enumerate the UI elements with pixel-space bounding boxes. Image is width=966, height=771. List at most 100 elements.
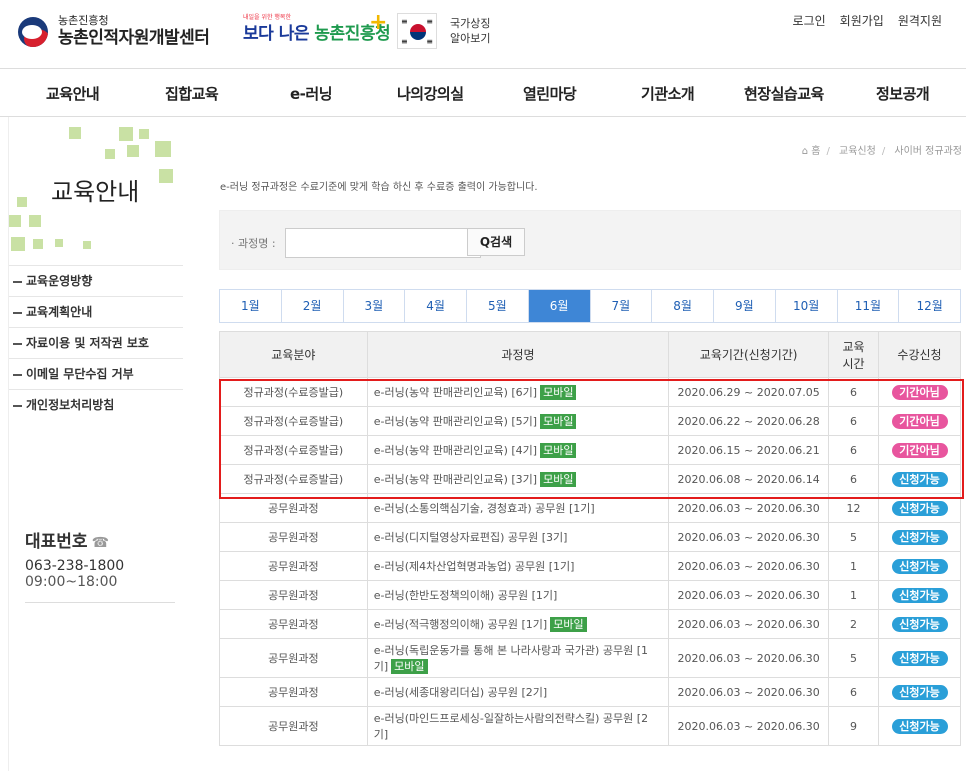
course-name-link[interactable]: e-러닝(농약 판매관리인교육) [5기] [374,415,537,428]
cell-course-name[interactable]: e-러닝(농약 판매관리인교육) [4기] 모바일 [366,435,670,465]
sidebar-item-operation-policy[interactable]: 교육운영방향 [9,265,183,296]
login-link[interactable]: 로그인 [793,12,826,29]
cell-course-name[interactable]: e-러닝(마인드프로세싱-일잘하는사람의전략스킬) 공무원 [2기] [366,706,670,746]
course-name-link[interactable]: e-러닝(제4차산업혁명과농업) 공무원 [1기] [374,560,575,573]
breadcrumb: ⌂ 홈 / 교육신청 / 사이버 정규과정 [801,146,962,157]
mobile-badge: 모바일 [540,385,577,400]
top-links: 로그인 회원가입 원격지원 [793,12,942,29]
search-panel: · 과정명 : Q검색 [219,210,961,270]
apply-button[interactable]: 신청가능 [891,587,948,603]
breadcrumb-home[interactable]: 홈 [811,146,820,157]
home-icon[interactable]: ⌂ [802,146,808,157]
org-name-big: 농촌인적자원개발센터 [58,28,210,48]
cell-course-name[interactable]: e-러닝(농약 판매관리인교육) [6기] 모바일 [366,377,670,407]
cell-course-name[interactable]: e-러닝(소통의핵심기술, 경청효과) 공무원 [1기] [366,493,670,523]
cell-course-name[interactable]: e-러닝(한반도정책의이해) 공무원 [1기] [366,580,670,610]
taegukgi-flag-icon[interactable]: ≡ ≡ ≡ ≡ [397,13,437,49]
sidebar-item-privacy[interactable]: 개인정보처리방침 [9,389,183,420]
tab-month-11[interactable]: 11월 [838,290,900,322]
cell-period: 2020.06.03 ~ 2020.06.30 [668,706,830,746]
main-nav: 교육안내 집합교육 e-러닝 나의강의실 열린마당 기관소개 현장실습교육 정보… [0,68,966,117]
course-table: 교육분야 과정명 교육기간(신청기간) 교육 시간 수강신청 정규과정(수료증발급… [219,331,961,746]
nav-item-field-training[interactable]: 현장실습교육 [744,83,824,104]
rda-logo[interactable]: 농촌진흥청 농촌인적자원개발센터 [18,14,210,49]
tab-month-8[interactable]: 8월 [652,290,714,322]
cell-hours: 1 [828,580,879,610]
table-row: 공무원과정 e-러닝(독립운동가를 통해 본 나라사랑과 국가관) 공무원 [1기… [219,638,961,678]
course-name-input[interactable] [285,228,481,258]
course-name-link[interactable]: e-러닝(디지털영상자료편집) 공무원 [3기] [374,531,568,544]
breadcrumb-apply[interactable]: 교육신청 [839,146,876,157]
apply-button[interactable]: 신청가능 [891,500,948,516]
cell-course-name[interactable]: e-러닝(농약 판매관리인교육) [5기] 모바일 [366,406,670,436]
slogan-logo[interactable]: 내일을 위한 행복한 보다 나은 농촌진흥청 + [243,10,391,46]
flag-text-line2: 알아보기 [450,32,491,45]
col-header-apply: 수강신청 [878,331,961,378]
nav-item-e-learning[interactable]: e-러닝 [290,83,333,104]
mobile-badge: 모바일 [540,472,577,487]
national-symbol-link[interactable]: 국가상징 알아보기 [450,16,490,46]
tab-month-7[interactable]: 7월 [591,290,653,322]
search-label: · 과정명 : [231,237,276,250]
nav-item-my-classroom[interactable]: 나의강의실 [397,83,464,104]
nav-item-about[interactable]: 기관소개 [641,83,695,104]
sidebar-item-copyright[interactable]: 자료이용 및 저작권 보호 [9,327,183,358]
rda-emblem-icon [18,16,48,47]
nav-item-disclosure[interactable]: 정보공개 [876,83,930,104]
nav-item-group-education[interactable]: 집합교육 [165,83,219,104]
nav-item-education-guide[interactable]: 교육안내 [46,83,100,104]
cell-apply: 기간아님 [878,435,961,465]
tab-month-5[interactable]: 5월 [467,290,529,322]
course-name-link[interactable]: e-러닝(마인드프로세싱-일잘하는사람의전략스킬) 공무원 [2기] [374,712,648,741]
cell-field: 공무원과정 [219,638,368,678]
apply-button[interactable]: 신청가능 [891,529,948,545]
remote-support-link[interactable]: 원격지원 [898,12,942,29]
apply-button[interactable]: 신청가능 [891,684,948,700]
apply-button[interactable]: 신청가능 [891,616,948,632]
nav-item-open-forum[interactable]: 열린마당 [523,83,577,104]
tab-month-4[interactable]: 4월 [405,290,467,322]
course-name-link[interactable]: e-러닝(한반도정책의이해) 공무원 [1기] [374,589,558,602]
course-name-link[interactable]: e-러닝(소통의핵심기술, 경청효과) 공무원 [1기] [374,502,595,515]
mobile-badge: 모바일 [550,617,587,632]
tab-month-3[interactable]: 3월 [344,290,406,322]
tab-month-9[interactable]: 9월 [714,290,776,322]
cell-hours: 12 [828,493,879,523]
cell-apply: 신청가능 [878,706,961,746]
course-name-link[interactable]: e-러닝(농약 판매관리인교육) [4기] [374,444,537,457]
cell-course-name[interactable]: e-러닝(제4차산업혁명과농업) 공무원 [1기] [366,551,670,581]
apply-button[interactable]: 신청가능 [891,471,948,487]
course-name-link[interactable]: e-러닝(농약 판매관리인교육) [6기] [374,386,537,399]
tab-month-2[interactable]: 2월 [282,290,344,322]
cell-field: 공무원과정 [219,580,368,610]
sidebar-item-email-refusal[interactable]: 이메일 무단수집 거부 [9,358,183,389]
cell-course-name[interactable]: e-러닝(세종대왕리더십) 공무원 [2기] [366,677,670,707]
cell-course-name[interactable]: e-러닝(독립운동가를 통해 본 나라사랑과 국가관) 공무원 [1기] 모바일 [366,638,670,678]
notice-text: e-러닝 정규과정은 수료기준에 맞게 학습 하신 후 수료증 출력이 가능합니… [220,182,538,193]
tab-month-1[interactable]: 1월 [220,290,282,322]
table-row: 공무원과정 e-러닝(세종대왕리더십) 공무원 [2기] 2020.06.03 ~ … [219,677,961,707]
course-name-link[interactable]: e-러닝(농약 판매관리인교육) [3기] [374,473,537,486]
signup-link[interactable]: 회원가입 [840,12,884,29]
tab-month-10[interactable]: 10월 [776,290,838,322]
cell-field: 공무원과정 [219,493,368,523]
month-tabs: 1월 2월 3월 4월 5월 6월 7월 8월 9월 10월 11월 12월 [219,289,961,323]
cell-course-name[interactable]: e-러닝(농약 판매관리인교육) [3기] 모바일 [366,464,670,494]
course-name-link[interactable]: e-러닝(세종대왕리더십) 공무원 [2기] [374,686,547,699]
cell-field: 정규과정(수료증발급) [219,377,368,407]
search-button[interactable]: Q검색 [467,228,525,256]
cell-hours: 6 [828,464,879,494]
sidebar-item-education-plan[interactable]: 교육계획안내 [9,296,183,327]
apply-button[interactable]: 신청가능 [891,650,948,666]
cell-apply: 신청가능 [878,551,961,581]
cell-course-name[interactable]: e-러닝(디지털영상자료편집) 공무원 [3기] [366,522,670,552]
tab-month-6[interactable]: 6월 [528,290,591,322]
cell-period: 2020.06.03 ~ 2020.06.30 [668,580,830,610]
cell-apply: 신청가능 [878,493,961,523]
apply-button[interactable]: 신청가능 [891,558,948,574]
tab-month-12[interactable]: 12월 [899,290,960,322]
slogan-part-a: 보다 나은 [243,24,309,44]
cell-course-name[interactable]: e-러닝(적극행정의이해) 공무원 [1기] 모바일 [366,609,670,639]
apply-button[interactable]: 신청가능 [891,718,948,734]
course-name-link[interactable]: e-러닝(적극행정의이해) 공무원 [1기] [374,618,547,631]
